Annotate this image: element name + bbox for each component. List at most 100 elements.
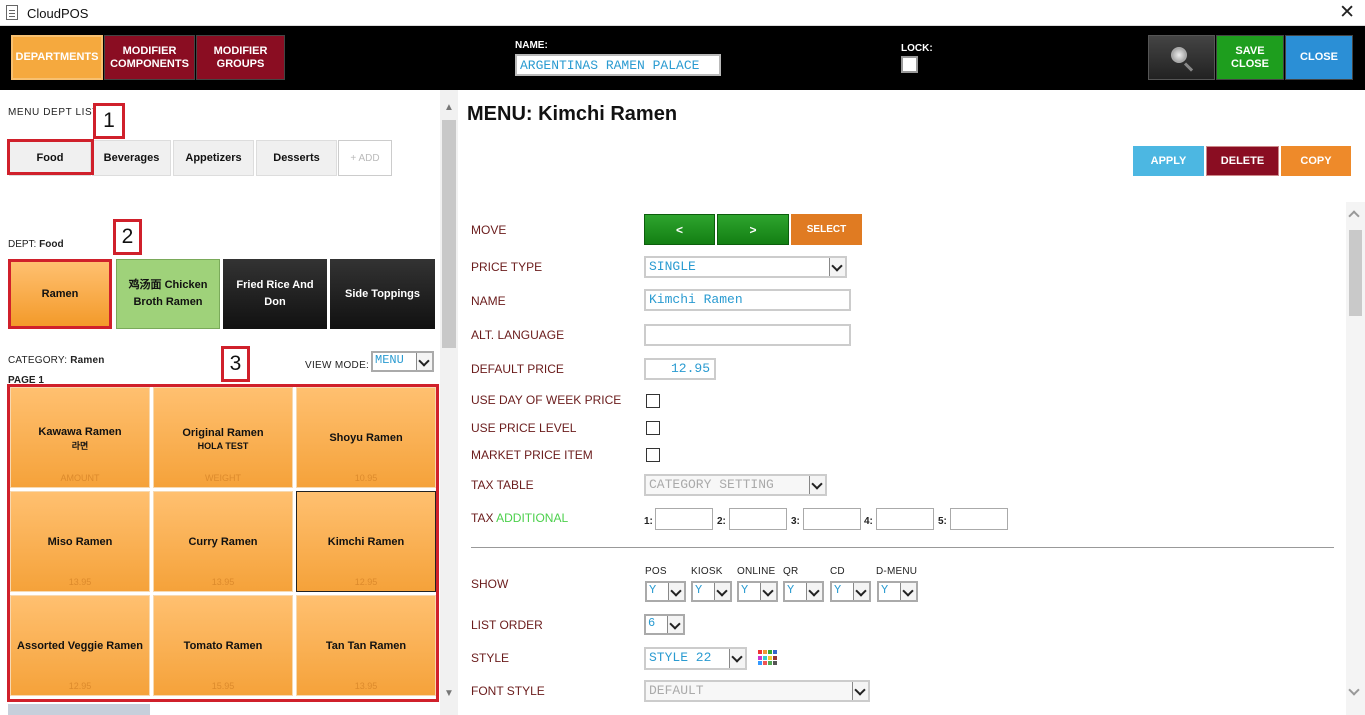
dept-tab-food[interactable]: Food — [9, 140, 91, 176]
dept-tab-beverages[interactable]: Beverages — [92, 140, 171, 176]
lock-label: LOCK: — [901, 43, 933, 54]
font-style-label: FONT STYLE — [471, 684, 545, 698]
tax-slot-label: 3: — [791, 516, 800, 527]
menu-item-curry-ramen[interactable]: Curry Ramen 13.95 — [153, 491, 293, 592]
chevron-down-icon — [829, 258, 845, 276]
menu-item-tan-tan-ramen[interactable]: Tan Tan Ramen 13.95 — [296, 595, 436, 696]
magnifier-icon — [1169, 45, 1195, 72]
window-titlebar: CloudPOS ✕ — [0, 0, 1365, 26]
annotation-marker-1: 1 — [93, 103, 125, 139]
chevron-down-icon — [729, 649, 745, 668]
show-dmenu-select[interactable]: Y — [877, 581, 918, 602]
tab-modifier-components[interactable]: MODIFIER COMPONENTS — [104, 35, 195, 80]
move-prev-button[interactable]: < — [644, 214, 715, 245]
scroll-up-icon[interactable]: ▲ — [444, 102, 454, 113]
show-kiosk-label: KIOSK — [691, 566, 723, 577]
scroll-thumb[interactable] — [442, 120, 456, 348]
show-pos-select[interactable]: Y — [645, 581, 686, 602]
show-pos-label: POS — [645, 566, 667, 577]
search-button[interactable] — [1148, 35, 1215, 80]
use-price-level-label: USE PRICE LEVEL — [471, 421, 577, 435]
window-close-icon[interactable]: ✕ — [1339, 1, 1355, 24]
show-qr-select[interactable]: Y — [783, 581, 824, 602]
menu-item-kimchi-ramen[interactable]: Kimchi Ramen 12.95 — [296, 491, 436, 592]
window-title: CloudPOS — [27, 6, 89, 21]
use-price-level-checkbox[interactable] — [646, 421, 660, 435]
dept-tab-appetizers[interactable]: Appetizers — [173, 140, 254, 176]
category-fried-rice-and-don[interactable]: Fried Rice And Don — [223, 259, 327, 329]
tax-slot-label: 4: — [864, 516, 873, 527]
copy-button[interactable]: COPY — [1281, 146, 1351, 176]
right-scrollbar[interactable] — [1346, 202, 1365, 715]
show-cd-select[interactable]: Y — [830, 581, 871, 602]
left-pane: MENU DEPT LIST 1 Food Beverages Appetize… — [0, 90, 458, 715]
market-price-checkbox[interactable] — [646, 448, 660, 462]
scroll-thumb[interactable] — [1349, 230, 1362, 316]
list-order-select[interactable]: 6 — [644, 614, 685, 635]
menu-item-shoyu-ramen[interactable]: Shoyu Ramen 10.95 — [296, 387, 436, 488]
scroll-up-icon[interactable] — [1348, 210, 1360, 222]
chevron-down-icon — [668, 583, 684, 600]
category-side-toppings[interactable]: Side Toppings — [330, 259, 435, 329]
style-label: STYLE — [471, 651, 510, 665]
view-mode-select[interactable]: MENU — [371, 351, 434, 372]
scroll-down-icon[interactable]: ▼ — [444, 688, 454, 699]
move-next-button[interactable]: > — [717, 214, 789, 245]
name-field-label: NAME — [471, 294, 506, 308]
list-order-label: LIST ORDER — [471, 618, 543, 632]
tax-slot-5-input[interactable] — [950, 508, 1008, 530]
tab-modifier-groups[interactable]: MODIFIER GROUPS — [196, 35, 285, 80]
menu-item-original-ramen[interactable]: Original Ramen HOLA TEST WEIGHT — [153, 387, 293, 488]
chevron-down-icon — [714, 583, 730, 600]
menu-item-assorted-veggie-ramen[interactable]: Assorted Veggie Ramen 12.95 — [10, 595, 150, 696]
delete-button[interactable]: DELETE — [1206, 146, 1279, 176]
view-mode-label: VIEW MODE: — [305, 360, 370, 371]
alt-language-input[interactable] — [644, 324, 851, 346]
scroll-down-icon[interactable] — [1348, 684, 1360, 696]
tab-departments[interactable]: DEPARTMENTS — [11, 35, 103, 80]
right-pane: MENU: Kimchi Ramen APPLY DELETE COPY MOV… — [458, 90, 1365, 715]
add-dept-button[interactable]: + ADD — [338, 140, 392, 176]
category-chicken-broth-ramen[interactable]: 鸡汤面 Chicken Broth Ramen — [116, 259, 220, 329]
top-toolbar: DEPARTMENTS MODIFIER COMPONENTS MODIFIER… — [0, 26, 1365, 90]
category-value: Ramen — [70, 355, 105, 366]
chevron-down-icon — [760, 583, 776, 600]
chevron-down-icon — [806, 583, 822, 600]
chevron-down-icon — [809, 476, 825, 494]
color-grid-icon[interactable] — [756, 648, 778, 668]
dept-value: Food — [39, 239, 64, 250]
left-scrollbar[interactable]: ▲ ▼ — [440, 90, 458, 715]
use-dow-price-label: USE DAY OF WEEK PRICE — [471, 393, 622, 407]
default-price-input[interactable]: 12.95 — [644, 358, 716, 380]
show-online-select[interactable]: Y — [737, 581, 778, 602]
show-kiosk-select[interactable]: Y — [691, 581, 732, 602]
dept-tab-desserts[interactable]: Desserts — [256, 140, 337, 176]
category-ramen[interactable]: Ramen — [8, 259, 112, 329]
lock-checkbox[interactable] — [901, 56, 918, 73]
move-select-button[interactable]: SELECT — [791, 214, 862, 245]
tax-slot-3-input[interactable] — [803, 508, 861, 530]
apply-button[interactable]: APPLY — [1133, 146, 1204, 176]
use-dow-price-checkbox[interactable] — [646, 394, 660, 408]
chevron-down-icon — [852, 682, 868, 700]
price-type-select[interactable]: SINGLE — [644, 256, 847, 278]
item-name-input[interactable]: Kimchi Ramen — [644, 289, 851, 311]
close-button[interactable]: CLOSE — [1285, 35, 1353, 80]
tax-slot-2-input[interactable] — [729, 508, 787, 530]
menu-item-miso-ramen[interactable]: Miso Ramen 13.95 — [10, 491, 150, 592]
menu-item-tomato-ramen[interactable]: Tomato Ramen 15.95 — [153, 595, 293, 696]
show-label: SHOW — [471, 577, 509, 591]
font-style-select[interactable]: DEFAULT — [644, 680, 870, 702]
store-name-input[interactable]: ARGENTINAS RAMEN PALACE — [515, 54, 721, 76]
style-select[interactable]: STYLE 22 — [644, 647, 747, 670]
tax-slot-1-input[interactable] — [655, 508, 713, 530]
partial-item-row — [8, 704, 150, 715]
show-cd-label: CD — [830, 566, 845, 577]
chevron-down-icon — [900, 583, 916, 600]
chevron-down-icon — [667, 616, 683, 633]
save-close-button[interactable]: SAVE CLOSE — [1216, 35, 1284, 80]
menu-item-kawawa-ramen[interactable]: Kawawa Ramen 라면 AMOUNT — [10, 387, 150, 488]
tax-table-select[interactable]: CATEGORY SETTING — [644, 474, 827, 496]
annotation-marker-2: 2 — [113, 219, 142, 255]
tax-slot-4-input[interactable] — [876, 508, 934, 530]
